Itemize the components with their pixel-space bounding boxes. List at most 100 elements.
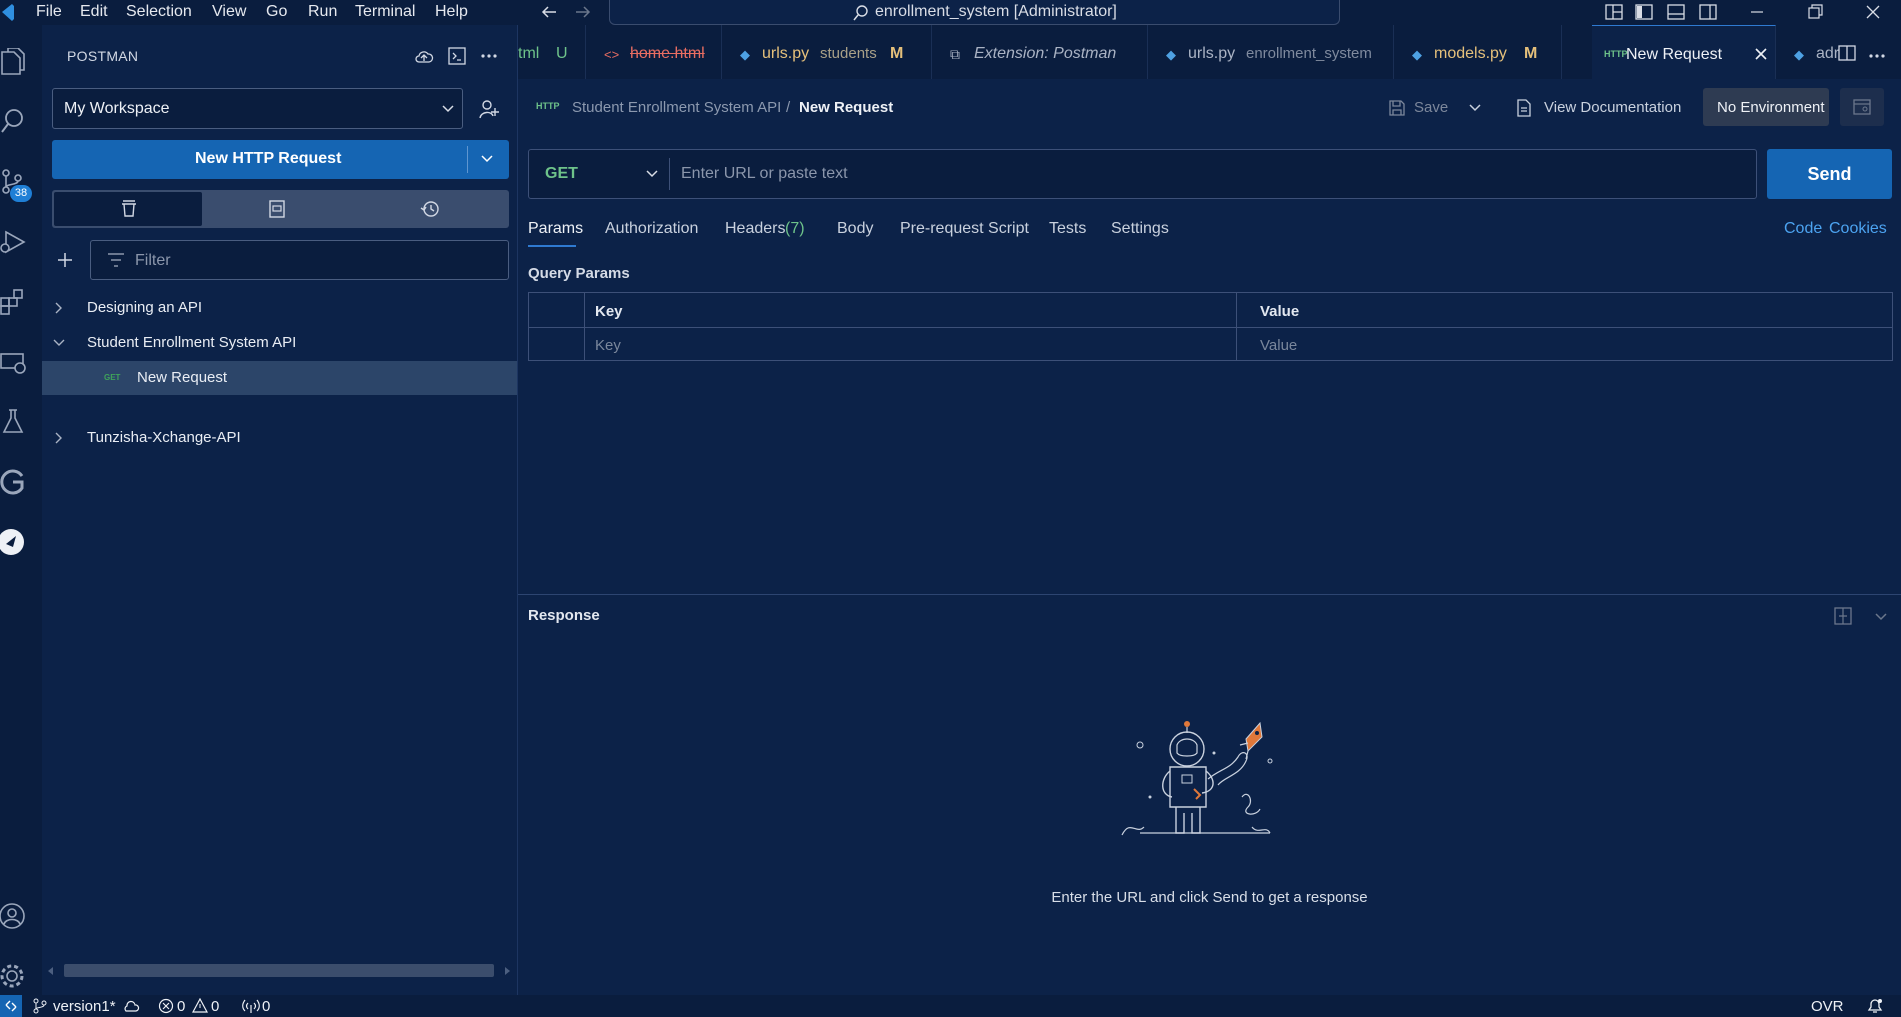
- run-debug-icon[interactable]: [0, 228, 28, 256]
- close-window-icon[interactable]: [1864, 3, 1882, 21]
- menu-selection[interactable]: Selection: [126, 3, 192, 21]
- tab-authorization[interactable]: Authorization: [605, 220, 698, 238]
- account-icon[interactable]: [0, 902, 28, 930]
- menu-terminal[interactable]: Terminal: [355, 3, 415, 21]
- toggle-primary-sidebar-icon[interactable]: [1634, 3, 1654, 21]
- more-actions-icon[interactable]: [480, 53, 498, 59]
- layout-toggle-icon[interactable]: [1834, 607, 1852, 625]
- collection-student-enrollment-system-api[interactable]: Student Enrollment System API: [42, 326, 517, 360]
- invite-user-icon[interactable]: [478, 98, 500, 120]
- tab-urls-students[interactable]: ◆ urls.py students M: [722, 25, 932, 79]
- collection-tunzisha-xchange-api[interactable]: Tunzisha-Xchange-API: [42, 421, 517, 455]
- environment-quick-look-button[interactable]: [1840, 88, 1884, 126]
- collection-designing-an-api[interactable]: Designing an API: [42, 291, 517, 325]
- breadcrumb-collection[interactable]: Student Enrollment System API: [572, 99, 781, 116]
- close-tab-icon[interactable]: [1754, 47, 1768, 61]
- breadcrumb-request-name[interactable]: New Request: [799, 99, 893, 116]
- save-button[interactable]: Save: [1414, 99, 1448, 116]
- tab-tests[interactable]: Tests: [1049, 220, 1086, 238]
- postman-icon[interactable]: [0, 528, 28, 556]
- minimize-icon[interactable]: [1748, 3, 1766, 21]
- remote-explorer-icon[interactable]: [0, 348, 28, 376]
- overtype-mode[interactable]: OVR: [1811, 998, 1844, 1015]
- environment-select[interactable]: No Environment: [1703, 88, 1829, 126]
- ports-count[interactable]: 0: [262, 998, 270, 1015]
- code-link[interactable]: Code: [1784, 220, 1822, 238]
- horizontal-scrollbar[interactable]: [64, 964, 494, 977]
- method-select[interactable]: GET: [529, 150, 669, 198]
- tab-settings[interactable]: Settings: [1111, 220, 1169, 238]
- testing-flask-icon[interactable]: [0, 408, 28, 436]
- tab-admin[interactable]: ◆ adr: [1776, 25, 1872, 79]
- tab-home-html[interactable]: <> home.html: [586, 25, 722, 79]
- menu-view[interactable]: View: [212, 3, 246, 21]
- row-divider: [529, 327, 1892, 328]
- add-collection-icon[interactable]: [56, 251, 74, 269]
- search-icon[interactable]: [0, 108, 28, 136]
- value-input[interactable]: Value: [1260, 337, 1297, 354]
- settings-gear-icon[interactable]: [0, 962, 28, 990]
- toggle-secondary-sidebar-icon[interactable]: [1698, 3, 1718, 21]
- chevron-down-icon[interactable]: [480, 153, 494, 165]
- cloud-sync-icon[interactable]: [414, 47, 434, 65]
- history-tab[interactable]: [354, 192, 506, 226]
- tab-pre-request-script[interactable]: Pre-request Script: [900, 220, 1029, 238]
- restore-icon[interactable]: [1806, 3, 1824, 21]
- back-arrow-icon[interactable]: [540, 4, 558, 20]
- request-editor: HTTP Student Enrollment System API / New…: [518, 79, 1901, 995]
- toggle-panel-icon[interactable]: [1666, 3, 1686, 21]
- tab-new-request[interactable]: HTTP New Request: [1592, 25, 1776, 79]
- tab-urls-enrollment-system[interactable]: ◆ urls.py enrollment_system: [1148, 25, 1394, 79]
- tab-html-file[interactable]: tml U: [518, 25, 586, 79]
- menu-help[interactable]: Help: [435, 3, 468, 21]
- key-input[interactable]: Key: [595, 337, 621, 354]
- customize-layout-icon[interactable]: [1604, 3, 1624, 21]
- forward-arrow-icon[interactable]: [574, 4, 592, 20]
- scroll-right-icon[interactable]: [502, 966, 512, 976]
- workspace-select[interactable]: My Workspace: [52, 88, 463, 129]
- explorer-icon[interactable]: [0, 48, 28, 76]
- tab-models-py[interactable]: ◆ models.py M: [1394, 25, 1562, 79]
- menu-run[interactable]: Run: [308, 3, 337, 21]
- scroll-left-icon[interactable]: [46, 966, 56, 976]
- notifications-bell-icon[interactable]: [1866, 998, 1884, 1014]
- tab-status: M: [1524, 45, 1538, 62]
- filter-input[interactable]: Filter: [90, 240, 509, 280]
- document-icon: [1517, 99, 1531, 117]
- tab-params[interactable]: Params: [528, 220, 583, 238]
- warning-count[interactable]: 0: [211, 998, 219, 1015]
- error-count[interactable]: 0: [177, 998, 185, 1015]
- remote-indicator[interactable]: [0, 995, 22, 1017]
- chevron-down-icon[interactable]: [1468, 102, 1482, 114]
- git-branch[interactable]: version1*: [53, 998, 116, 1015]
- url-input[interactable]: Enter URL or paste text: [681, 165, 848, 183]
- send-button[interactable]: Send: [1767, 149, 1892, 199]
- cookies-link[interactable]: Cookies: [1829, 220, 1887, 238]
- tab-body[interactable]: Body: [837, 220, 873, 238]
- key-header: Key: [595, 303, 623, 320]
- split-editor-icon[interactable]: [1838, 45, 1856, 61]
- tab-extension-postman[interactable]: ⧉ Extension: Postman: [932, 25, 1148, 79]
- menu-edit[interactable]: Edit: [80, 3, 108, 21]
- environments-tab[interactable]: [202, 192, 354, 226]
- sync-cloud-icon[interactable]: [122, 998, 140, 1014]
- view-documentation-link[interactable]: View Documentation: [1544, 99, 1681, 116]
- menu-file[interactable]: File: [36, 3, 62, 21]
- chevron-down-icon[interactable]: [1874, 611, 1888, 623]
- new-http-request-button[interactable]: New HTTP Request: [52, 140, 509, 179]
- panel-divider[interactable]: [518, 594, 1901, 595]
- postman-sidebar: POSTMAN My Workspace New HTTP Request Fi…: [42, 25, 518, 995]
- request-new-request[interactable]: GET New Request: [42, 361, 517, 395]
- menu-go[interactable]: Go: [266, 3, 287, 21]
- source-control-button[interactable]: 38: [0, 168, 32, 204]
- extension-icon: ⧉: [950, 46, 960, 62]
- title-bar: File Edit Selection View Go Run Terminal…: [0, 0, 1901, 25]
- extensions-icon[interactable]: [0, 288, 28, 316]
- gitlens-icon[interactable]: [0, 468, 28, 496]
- tab-headers[interactable]: Headers: [725, 220, 785, 238]
- tab-label: urls.py: [1188, 45, 1236, 62]
- command-center-search[interactable]: enrollment_system [Administrator]: [609, 0, 1340, 25]
- collections-tab[interactable]: [54, 192, 202, 226]
- console-terminal-icon[interactable]: [448, 47, 466, 65]
- more-actions-icon[interactable]: [1868, 53, 1886, 59]
